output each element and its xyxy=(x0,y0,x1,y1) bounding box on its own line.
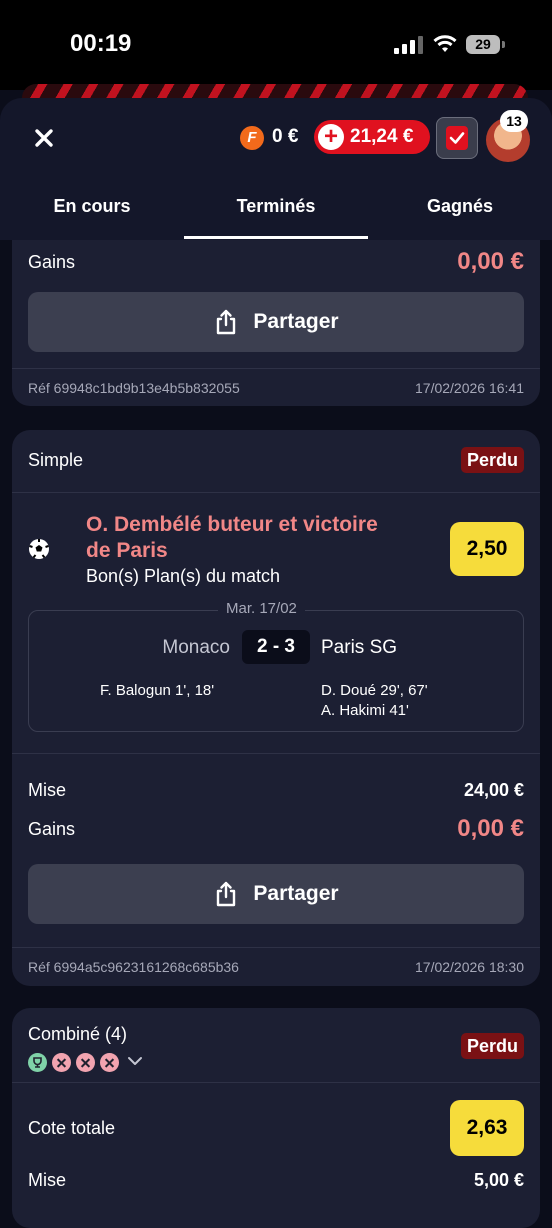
bet-reference: Réf 69948c1bd9b13e4b5b832055 xyxy=(28,380,240,396)
share-icon xyxy=(217,309,236,335)
share-label: Partager xyxy=(253,882,339,905)
tab-en-cours[interactable]: En cours xyxy=(0,196,184,217)
account-balance: 21,24 € xyxy=(350,126,414,147)
stake-label: Mise xyxy=(28,780,67,800)
bet-type: Combiné (4) xyxy=(28,1024,128,1044)
match-score: 2 - 3 xyxy=(242,630,310,664)
away-scorer: A. Hakimi 41' xyxy=(321,702,409,719)
selection-odd: 2,50 xyxy=(450,522,524,576)
gains-label: Gains xyxy=(28,252,76,272)
bet-card-3[interactable]: Combiné (4) Perdu Cote totale 2,63 Mise … xyxy=(12,1008,540,1228)
tab-gagnes[interactable]: Gagnés xyxy=(368,196,552,217)
divider xyxy=(12,492,540,493)
divider xyxy=(12,753,540,754)
betslip-button[interactable] xyxy=(436,117,478,159)
battery-icon: 29 xyxy=(466,35,500,54)
share-button[interactable]: Partager xyxy=(28,864,524,924)
selection-market: Bon(s) Plan(s) du match xyxy=(86,566,281,586)
status-badge: Perdu xyxy=(460,1033,524,1059)
home-team: Monaco xyxy=(162,637,230,658)
chevron-down-icon[interactable] xyxy=(126,1054,144,1068)
cellular-signal-icon xyxy=(394,36,424,54)
stake-value: 24,00 € xyxy=(463,780,524,800)
freebet-balance[interactable]: 0 € xyxy=(272,126,298,148)
wifi-icon xyxy=(433,35,457,52)
leg-lost-icon xyxy=(100,1053,119,1072)
match-date: Mar. 17/02 xyxy=(218,600,305,617)
selection-title-line1: O. Dembélé buteur et victoire xyxy=(86,513,378,536)
divider xyxy=(12,1082,540,1083)
leg-lost-icon xyxy=(76,1053,95,1072)
divider xyxy=(12,368,540,369)
total-odd: 2,63 xyxy=(450,1100,524,1156)
plus-icon: + xyxy=(318,124,344,150)
bet-datetime: 17/02/2026 16:41 xyxy=(415,380,524,396)
active-tab-indicator xyxy=(184,236,368,239)
bet-type: Simple xyxy=(28,450,84,470)
status-time: 00:19 xyxy=(70,30,132,57)
notification-count-badge: 13 xyxy=(500,110,528,132)
bet-datetime: 17/02/2026 18:30 xyxy=(415,959,524,975)
gains-label: Gains xyxy=(28,819,76,839)
bet-reference: Réf 6994a5c9623161268c685b36 xyxy=(28,959,239,975)
selection-title-line2: de Paris xyxy=(86,539,168,562)
stake-value: 5,00 € xyxy=(473,1170,524,1190)
betslip-check-icon xyxy=(446,126,468,150)
leg-won-icon xyxy=(28,1053,47,1072)
home-scorer: F. Balogun 1', 18' xyxy=(100,682,215,699)
match-details xyxy=(28,610,524,732)
away-team: Paris SG xyxy=(321,637,398,658)
share-button[interactable]: Partager xyxy=(28,292,524,352)
share-label: Partager xyxy=(253,310,339,333)
total-odd-label: Cote totale xyxy=(28,1118,116,1138)
status-badge: Perdu xyxy=(460,447,524,473)
deposit-button[interactable]: + 21,24 € xyxy=(314,120,430,154)
gains-value: 0,00 € xyxy=(457,248,524,275)
soccer-ball-icon xyxy=(29,539,49,559)
stake-label: Mise xyxy=(28,1170,67,1190)
divider xyxy=(12,947,540,948)
tab-termines[interactable]: Terminés xyxy=(184,196,368,217)
gains-value: 0,00 € xyxy=(457,815,524,842)
leg-lost-icon xyxy=(52,1053,71,1072)
bet-card-2[interactable]: Simple Perdu O. Dembélé buteur et victoi… xyxy=(12,430,540,986)
battery-tip xyxy=(502,41,505,48)
close-icon[interactable] xyxy=(30,124,58,152)
share-icon xyxy=(217,881,236,907)
away-scorer: D. Doué 29', 67' xyxy=(321,682,428,699)
freebet-coin-icon: F xyxy=(240,126,264,150)
